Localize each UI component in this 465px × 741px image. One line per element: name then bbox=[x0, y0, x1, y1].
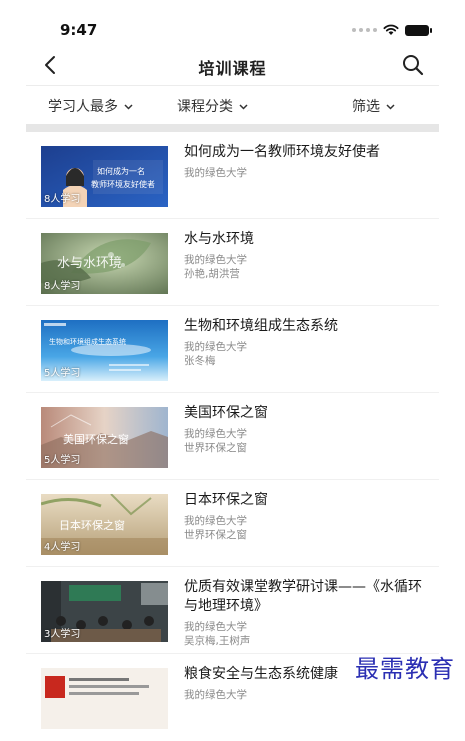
course-org: 我的绿色大学 bbox=[184, 428, 247, 440]
course-org: 我的绿色大学 bbox=[184, 515, 247, 527]
course-author: 世界环保之窗 bbox=[184, 529, 247, 541]
course-title: 如何成为一名教师环境友好使者 bbox=[184, 144, 380, 160]
learner-count: 5人学习 bbox=[44, 368, 81, 379]
thumbnail-caption: 生物和环境组成生态系统 bbox=[49, 337, 126, 346]
thumbnail-caption: 日本环保之窗 bbox=[59, 518, 125, 532]
page-title: 培训课程 bbox=[198, 59, 267, 78]
status-bar: 9:47 bbox=[0, 0, 465, 44]
thumbnail-caption-line2: 教师环境友好使者 bbox=[91, 179, 155, 189]
course-thumbnail: 水与水环境 8人学习 bbox=[41, 233, 168, 294]
chevron-down-icon bbox=[386, 103, 395, 110]
course-author: 张冬梅 bbox=[184, 355, 216, 367]
learner-count: 8人学习 bbox=[44, 194, 81, 205]
learner-count: 5人学习 bbox=[44, 455, 81, 466]
status-time: 9:47 bbox=[60, 21, 98, 39]
course-thumbnail: 3人学习 bbox=[41, 581, 168, 642]
course-item[interactable]: 水与水环境 8人学习 水与水环境 我的绿色大学 孙艳,胡洪营 bbox=[26, 219, 439, 306]
course-item[interactable]: 3人学习 优质有效课堂教学研讨课——《水循环与地理环境》 我的绿色大学 吴京梅,… bbox=[26, 567, 439, 654]
category-dropdown[interactable]: 课程分类 bbox=[177, 96, 248, 116]
thumbnail-caption-line1: 如何成为一名 bbox=[97, 166, 145, 176]
course-item[interactable]: 日本环保之窗 4人学习 日本环保之窗 我的绿色大学 世界环保之窗 bbox=[26, 480, 439, 567]
course-item[interactable]: 如何成为一名 教师环境友好使者 8人学习 如何成为一名教师环境友好使者 我的绿色… bbox=[26, 132, 439, 219]
learner-count: 4人学习 bbox=[44, 542, 81, 553]
course-author: 世界环保之窗 bbox=[184, 442, 247, 454]
search-icon[interactable] bbox=[401, 53, 425, 77]
course-org: 我的绿色大学 bbox=[184, 167, 247, 179]
course-title: 水与水环境 bbox=[184, 231, 254, 247]
course-org: 我的绿色大学 bbox=[184, 254, 247, 266]
filter-dropdown-label: 筛选 bbox=[352, 99, 380, 115]
course-author: 吴京梅,王树声 bbox=[184, 635, 251, 647]
learner-count: 3人学习 bbox=[44, 629, 81, 640]
course-thumbnail: 日本环保之窗 4人学习 bbox=[41, 494, 168, 555]
thumbnail-caption: 水与水环境 bbox=[57, 256, 122, 271]
cellular-signal-icon bbox=[352, 28, 377, 32]
learner-count: 8人学习 bbox=[44, 281, 81, 292]
wifi-icon bbox=[383, 24, 399, 35]
filter-bar: 学习人最多 课程分类 筛选 bbox=[0, 86, 465, 124]
chevron-down-icon bbox=[239, 103, 248, 110]
course-thumbnail: 生物和环境组成生态系统 5人学习 bbox=[41, 320, 168, 381]
watermark: 最需教育 bbox=[355, 655, 455, 683]
status-icons bbox=[352, 24, 432, 36]
filter-dropdown[interactable]: 筛选 bbox=[352, 96, 395, 116]
course-thumbnail bbox=[41, 668, 168, 729]
battery-icon bbox=[405, 24, 432, 36]
course-thumbnail: 美国环保之窗 5人学习 bbox=[41, 407, 168, 468]
course-item[interactable]: 美国环保之窗 5人学习 美国环保之窗 我的绿色大学 世界环保之窗 bbox=[26, 393, 439, 480]
course-org: 我的绿色大学 bbox=[184, 689, 247, 701]
section-separator bbox=[26, 124, 439, 132]
course-thumbnail: 如何成为一名 教师环境友好使者 8人学习 bbox=[41, 146, 168, 207]
course-org: 我的绿色大学 bbox=[184, 621, 247, 633]
course-title: 生物和环境组成生态系统 bbox=[184, 318, 338, 334]
course-title: 美国环保之窗 bbox=[184, 405, 268, 421]
category-dropdown-label: 课程分类 bbox=[177, 99, 233, 115]
course-title: 优质有效课堂教学研讨课——《水循环与地理环境》 bbox=[184, 579, 422, 614]
chevron-down-icon bbox=[124, 103, 133, 110]
course-item[interactable]: 生物和环境组成生态系统 5人学习 生物和环境组成生态系统 我的绿色大学 张冬梅 bbox=[26, 306, 439, 393]
course-title: 日本环保之窗 bbox=[184, 492, 268, 508]
sort-dropdown-label: 学习人最多 bbox=[48, 99, 118, 115]
course-author: 孙艳,胡洪营 bbox=[184, 268, 240, 280]
nav-bar: 培训课程 bbox=[0, 44, 465, 86]
course-org: 我的绿色大学 bbox=[184, 341, 247, 353]
sort-dropdown[interactable]: 学习人最多 bbox=[48, 96, 133, 116]
thumbnail-caption: 美国环保之窗 bbox=[63, 432, 129, 446]
